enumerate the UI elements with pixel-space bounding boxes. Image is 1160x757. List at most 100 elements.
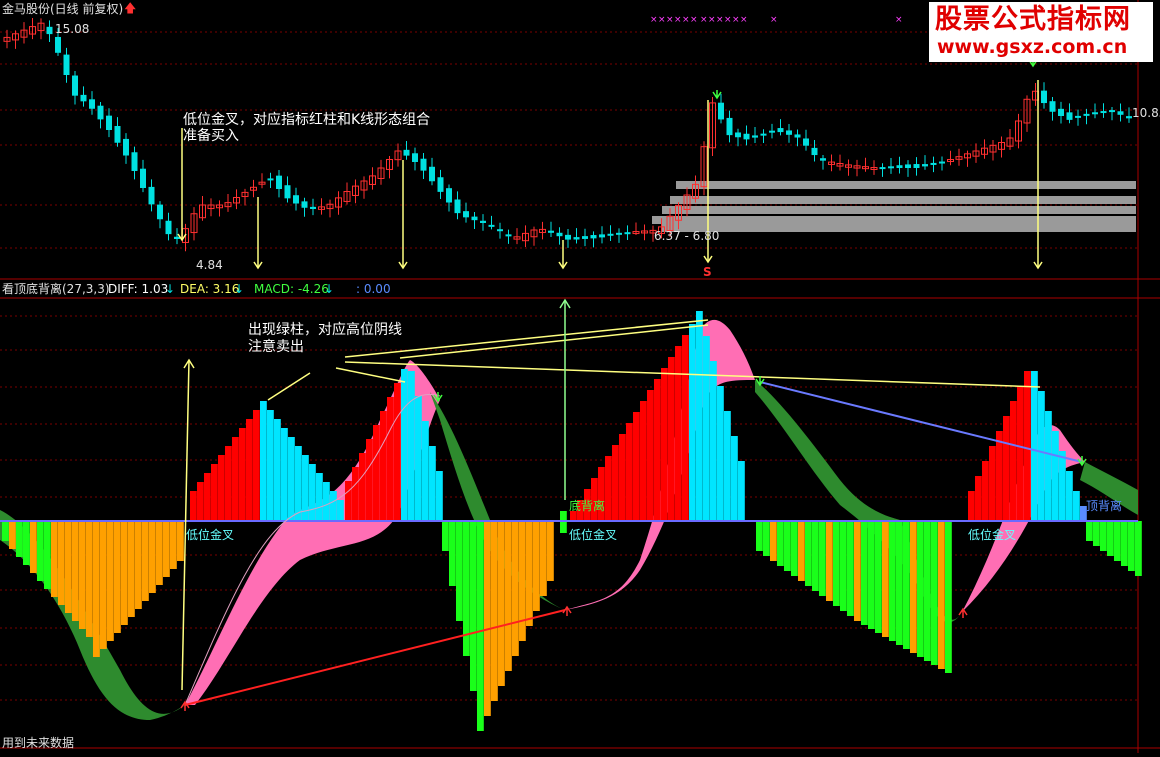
macd-histogram-bar — [798, 521, 805, 581]
macd-histogram-bar — [763, 521, 770, 556]
macd-histogram-bar — [58, 521, 65, 605]
candle-body-down — [131, 152, 138, 171]
bottom-divergence-label: 底背离 — [569, 499, 606, 513]
macd-histogram-bar — [93, 521, 100, 657]
macd-histogram-bar — [512, 521, 519, 656]
macd-histogram-bar — [274, 419, 281, 521]
down-arrow-icon — [712, 90, 722, 100]
macd-histogram-bar — [675, 346, 682, 521]
macd-histogram-bar — [295, 446, 302, 521]
high-price-label: 15.08 — [55, 22, 90, 36]
candle-body-down — [811, 147, 818, 156]
macd-histogram-bar — [415, 396, 422, 521]
macd-histogram-bar — [826, 521, 833, 601]
macd-histogram-bar — [605, 456, 612, 521]
macd-histogram-bar — [731, 436, 738, 521]
macd-histogram-bar — [560, 521, 567, 533]
candle-body-down — [735, 132, 741, 138]
macd-histogram-bar — [380, 411, 387, 521]
macd-histogram-bar — [868, 521, 875, 629]
macd-histogram-bar — [1107, 521, 1114, 556]
chip-distribution-bar — [670, 196, 1136, 204]
macd-histogram-bar — [938, 521, 945, 669]
macd-histogram-bar — [903, 521, 910, 649]
cross-marker-icon: × — [724, 15, 732, 25]
macd-histogram-bar — [197, 482, 204, 521]
macd-histogram-bar — [819, 521, 826, 596]
candle-body-down — [607, 233, 614, 236]
macd-histogram-bar — [491, 521, 498, 701]
macd-histogram-bar — [619, 434, 626, 521]
macd-histogram-bar — [640, 401, 647, 521]
macd-histogram-bar — [352, 467, 359, 521]
macd-histogram-bar — [100, 521, 107, 649]
macd-histogram-bar — [442, 521, 449, 551]
candle-body-down — [913, 164, 920, 168]
sell-signal-marker: S — [703, 265, 712, 279]
macd-histogram-bar — [1031, 371, 1038, 521]
macd-histogram-bar — [232, 437, 239, 521]
candle-body-down — [412, 153, 418, 162]
macd-histogram-bar — [1121, 521, 1128, 566]
macd-histogram-bar — [260, 401, 267, 521]
dea-down-arrow-icon: ↓ — [234, 282, 245, 296]
candle-body-down — [794, 134, 801, 138]
candle-body-down — [726, 117, 733, 136]
macd-histogram-bar — [449, 521, 456, 586]
diff-down-arrow-icon: ↓ — [165, 282, 176, 296]
cross-marker-icon: × — [895, 15, 903, 25]
candle-body-down — [922, 164, 928, 167]
candle-body-down — [471, 216, 478, 221]
macd-histogram-bar — [975, 476, 982, 521]
macd-histogram-bar — [1093, 521, 1100, 546]
right-price-label: 10.85 — [1132, 106, 1160, 120]
candle-body-down — [786, 130, 792, 135]
macd-histogram-bar — [805, 521, 812, 586]
macd-histogram-bar — [498, 521, 505, 686]
macd-histogram-bar — [738, 461, 745, 521]
macd-histogram-bar — [1024, 371, 1031, 521]
macd-histogram-bar — [107, 521, 114, 641]
macd-histogram-bar — [149, 521, 156, 593]
extra-value: : 0.00 — [356, 282, 391, 296]
macd-histogram-bar — [540, 521, 547, 596]
candle-body-down — [420, 158, 427, 171]
chart-stage[interactable]: × × × × × × × × × × × × × × 金马股份(日线 前复权) 🡅 15.08 4.84… — [0, 0, 1160, 753]
macd-histogram-bar — [626, 423, 633, 521]
candle-body-down — [565, 234, 571, 240]
candle-body-down — [760, 133, 767, 136]
range-label: 6.37 - 6.80 — [654, 229, 720, 243]
macd-histogram-bar — [281, 428, 288, 521]
candle-body-down — [446, 188, 452, 203]
candle-body-down — [548, 230, 554, 233]
macd-histogram-bar — [288, 437, 295, 521]
candle-body-down — [63, 54, 70, 75]
macd-histogram-bar — [696, 311, 703, 521]
candle-body-down — [803, 138, 809, 146]
macd-histogram-bar — [1135, 521, 1142, 576]
macd-histogram-bar — [770, 521, 777, 561]
diff-value: DIFF: 1.03 — [108, 282, 169, 296]
chart-canvas[interactable]: × × × × × × × × × × × × × × — [0, 0, 1160, 753]
stock-title: 金马股份(日线 前复权) — [2, 2, 124, 16]
annotation-pointer-line — [335, 367, 406, 383]
candle-body-down — [80, 94, 87, 102]
macd-histogram-bar — [668, 357, 675, 521]
candle-body-down — [888, 166, 894, 169]
watermark-name: 股票公式指标网 — [935, 4, 1131, 35]
cross-marker-icon: × — [666, 15, 674, 25]
macd-histogram-bar — [30, 521, 37, 573]
candle-body-down — [114, 126, 121, 143]
macd-histogram-bar — [996, 431, 1003, 521]
chip-distribution-bar — [662, 206, 1136, 214]
candle-body-down — [590, 235, 597, 239]
cross-marker-icon: × — [658, 15, 666, 25]
macd-histogram-bar — [366, 439, 373, 521]
future-data-note: 用到未来数据 — [2, 736, 75, 750]
macd-histogram-bar — [812, 521, 819, 591]
candle-body-down — [573, 237, 580, 240]
macd-histogram-bar — [1128, 521, 1135, 571]
golden-cross-label-1: 低位金叉 — [186, 528, 235, 542]
candle-body-down — [743, 133, 750, 140]
macd-histogram-bar — [526, 521, 533, 626]
